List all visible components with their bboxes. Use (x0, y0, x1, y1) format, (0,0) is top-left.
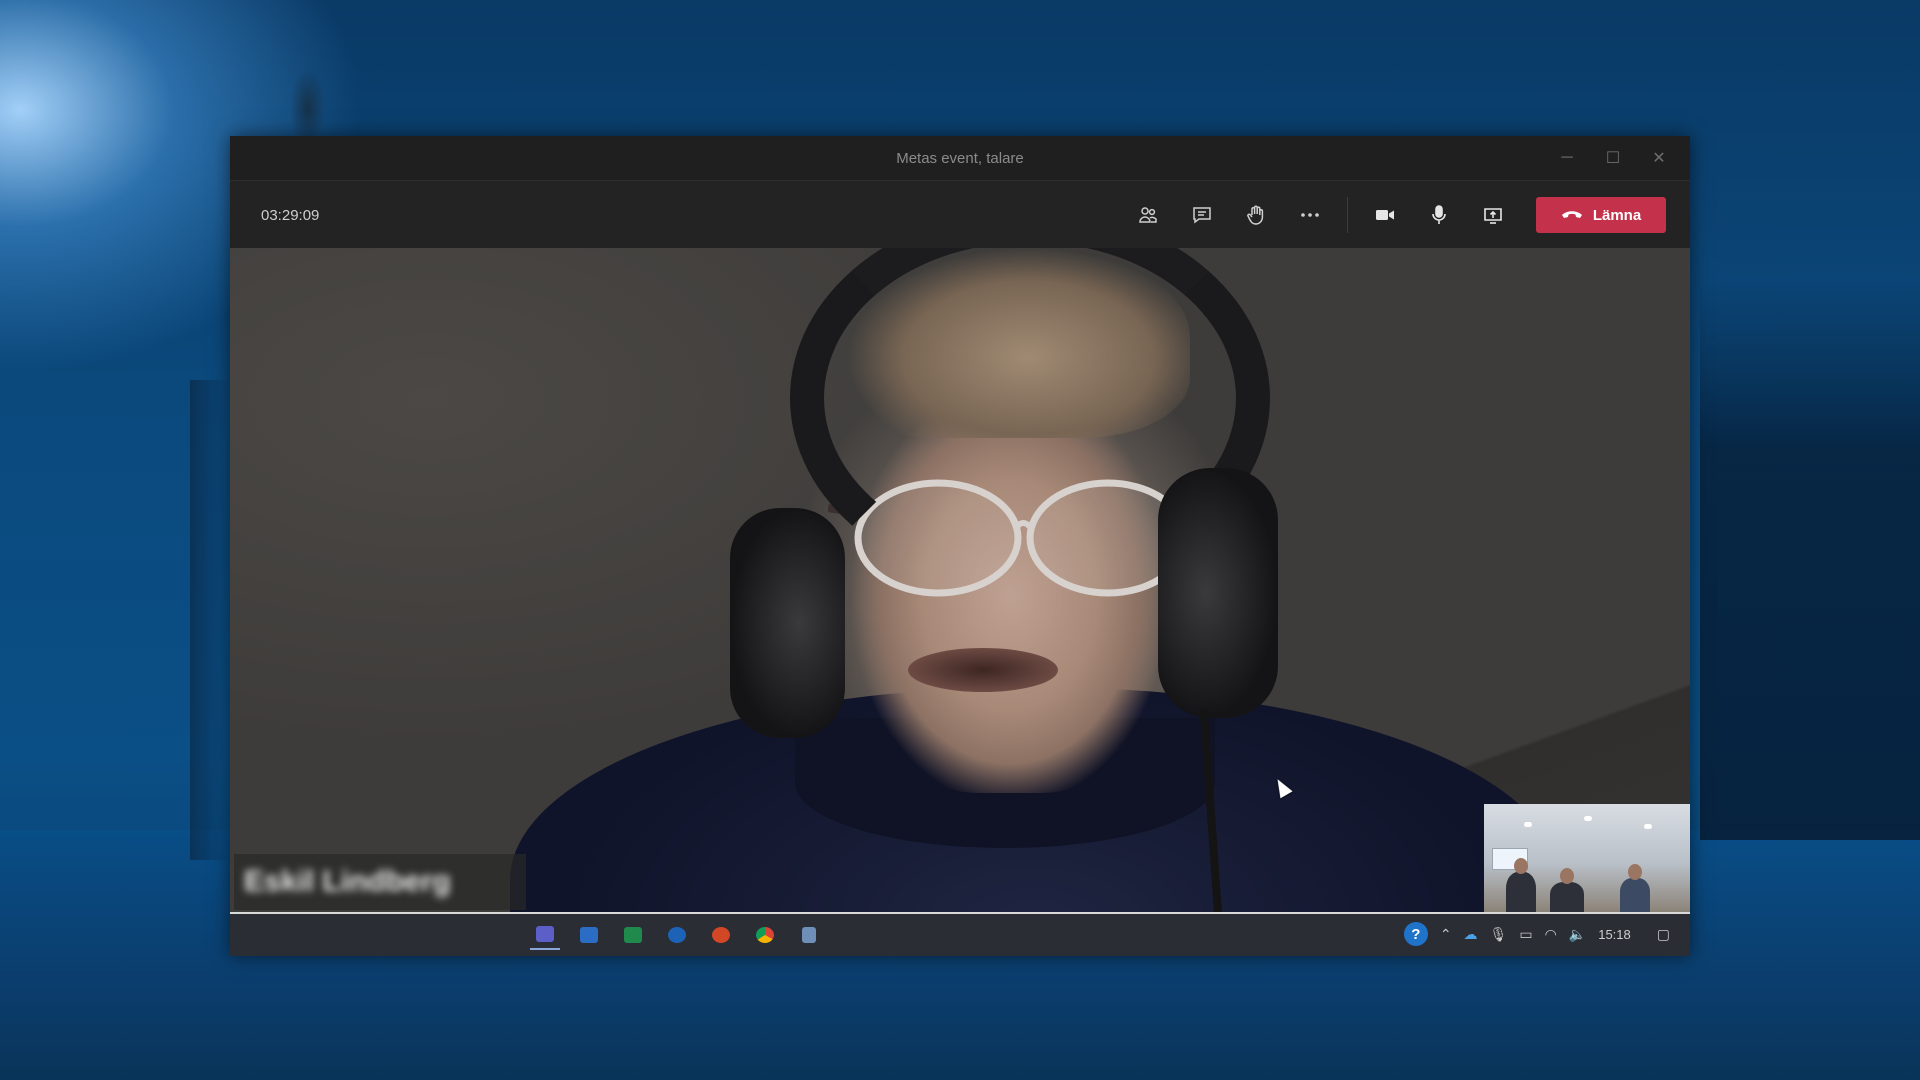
window-title: Metas event, talare (896, 149, 1024, 167)
room-person (1550, 882, 1584, 912)
powerpoint-icon (712, 927, 730, 943)
taskbar-pinned-apps (530, 920, 824, 950)
ceiling-light (1524, 822, 1532, 827)
leave-call-label: Lämna (1592, 206, 1642, 224)
outlook-icon (668, 927, 686, 943)
room-person (1506, 872, 1536, 912)
participant-name: Eskil Lindberg (244, 865, 451, 898)
raise-hand-button[interactable] (1229, 195, 1283, 235)
room-person-head (1560, 868, 1574, 884)
main-video-feed: Eskil Lindberg (230, 248, 1690, 914)
share-screen-icon (1484, 208, 1502, 224)
ceiling-light (1644, 824, 1652, 829)
room-person-head (1514, 858, 1528, 874)
toolbar-separator (1347, 197, 1348, 233)
speaker-headphone-left-cup (730, 508, 845, 738)
participants-button[interactable] (1121, 195, 1175, 235)
excel-icon (624, 927, 642, 943)
close-icon[interactable]: ✕ (1636, 136, 1682, 180)
more-icon (1301, 213, 1319, 217)
self-view-thumbnail[interactable] (1484, 804, 1690, 912)
room-person-head (1628, 864, 1642, 880)
minimize-icon[interactable]: ─ (1544, 136, 1590, 180)
call-timer: 03:29:09 (261, 206, 320, 224)
word-icon (580, 927, 598, 943)
speaker-headphone-right-cup (1158, 468, 1278, 718)
background-building-silhouette (1700, 280, 1920, 840)
taskbar-excel[interactable] (618, 920, 648, 950)
teams-icon (536, 926, 554, 942)
meeting-toolbar: Lämna (1121, 195, 1666, 235)
taskbar-word[interactable] (574, 920, 604, 950)
room-person (1620, 878, 1650, 912)
taskbar-teams[interactable] (530, 920, 560, 950)
hang-up-icon (1561, 211, 1582, 218)
maximize-icon[interactable]: ☐ (1590, 136, 1636, 180)
notepad-icon (802, 927, 816, 943)
taskbar-outlook[interactable] (662, 920, 692, 950)
help-icon[interactable]: ? (1403, 922, 1428, 946)
background-tower-spire (288, 60, 328, 140)
microphone-toggle-button[interactable] (1412, 195, 1466, 235)
participant-name-tag: Eskil Lindberg (234, 854, 526, 910)
leave-call-button[interactable]: Lämna (1536, 197, 1666, 233)
notification-icon[interactable]: ▢ (1657, 926, 1670, 943)
camera-icon (1376, 210, 1394, 220)
raise-hand-icon (1247, 205, 1264, 225)
chevron-up-icon[interactable]: ⌃ (1440, 926, 1452, 943)
more-actions-button[interactable] (1283, 195, 1337, 235)
volume-icon[interactable]: 🔈 (1569, 926, 1586, 943)
camera-toggle-button[interactable] (1358, 195, 1412, 235)
background-tower-silhouette (190, 380, 230, 860)
window-titlebar: Metas event, talare ─ ☐ ✕ (230, 136, 1690, 181)
windows-taskbar: ? ⌃ ☁ 🎙 ▭ ◠ 🔈 15:18 ▢ (230, 912, 1690, 956)
chat-icon (1193, 207, 1211, 224)
microphone-icon (1432, 205, 1446, 224)
taskbar-powerpoint[interactable] (706, 920, 736, 950)
teams-meeting-window: Metas event, talare ─ ☐ ✕ 03:29:09 Lämna… (230, 136, 1690, 956)
microphone-tray-icon[interactable]: 🎙 (1490, 926, 1508, 943)
window-controls: ─ ☐ ✕ (1544, 136, 1682, 180)
people-icon (1139, 207, 1157, 223)
taskbar-chrome[interactable] (750, 920, 780, 950)
taskbar-notepad[interactable] (794, 920, 824, 950)
ceiling-light (1584, 816, 1592, 821)
speaker-mouth (908, 648, 1058, 692)
chrome-icon (756, 927, 774, 943)
chat-button[interactable] (1175, 195, 1229, 235)
meeting-controls-bar: 03:29:09 Lämna (230, 181, 1690, 249)
onedrive-icon[interactable]: ☁ (1464, 926, 1478, 943)
share-screen-button[interactable] (1466, 195, 1520, 235)
system-clock[interactable]: 15:18 (1598, 927, 1631, 942)
wifi-icon[interactable]: ◠ (1545, 926, 1557, 943)
system-tray: ? ⌃ ☁ 🎙 ▭ ◠ 🔈 15:18 ▢ (1403, 922, 1670, 946)
battery-icon[interactable]: ▭ (1519, 926, 1532, 943)
